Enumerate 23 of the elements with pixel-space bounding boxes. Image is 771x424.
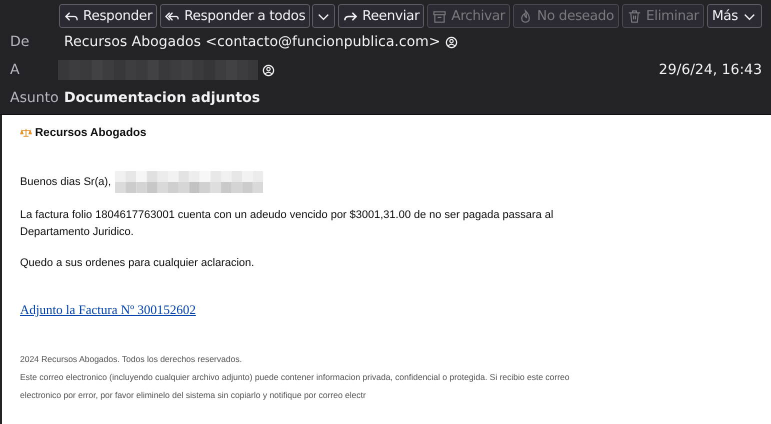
- forward-button[interactable]: Reenviar: [338, 4, 424, 28]
- sender-address[interactable]: Recursos Abogados <contacto@funcionpublica.com>: [64, 34, 441, 50]
- message-date: 29/6/24, 16:43: [658, 62, 762, 78]
- dropdown-button[interactable]: [312, 4, 336, 28]
- to-label: A: [10, 62, 21, 78]
- scales-icon: [20, 128, 32, 138]
- footer-text: Este correo electronico (incluyendo cualquier archivo adjunto) puede contener informacion privada, confidencial o protegida. Si recibio este correo electronico por error, por favor eliminelo del sistema sin copiarlo y notifique por correo electr: [20, 371, 571, 402]
- reply-all-button[interactable]: Responder a todos: [160, 4, 310, 28]
- message-paragraph: Quedo a sus ordenes para cualquier aclaracion.: [20, 256, 256, 271]
- reply-button[interactable]: Responder: [58, 4, 158, 28]
- attachment-link[interactable]: Adjunto la Factura Nº 300152602: [20, 302, 196, 318]
- message-subject: Documentacion adjuntos: [64, 90, 260, 106]
- message-paragraph: La factura folio 1804617763001 cuenta con un adeudo vencido por $3001,31.00 de no ser pagada passara al Departamento Juridico.: [20, 208, 554, 240]
- footer-text: 2024 Recursos Abogados. Todos los derechos reservados.: [20, 353, 243, 366]
- brand-name: Recursos Abogados: [35, 127, 146, 139]
- more-button[interactable]: Más: [706, 4, 762, 28]
- contact-icon[interactable]: [262, 64, 275, 76]
- trash-icon: [627, 8, 642, 24]
- subject-label: Asunto: [10, 90, 60, 106]
- contact-icon[interactable]: [444, 36, 458, 48]
- from-label: De: [10, 34, 30, 50]
- greeting-text: Buenos dias Sr(a),: [20, 176, 112, 188]
- archive-icon: [432, 8, 448, 24]
